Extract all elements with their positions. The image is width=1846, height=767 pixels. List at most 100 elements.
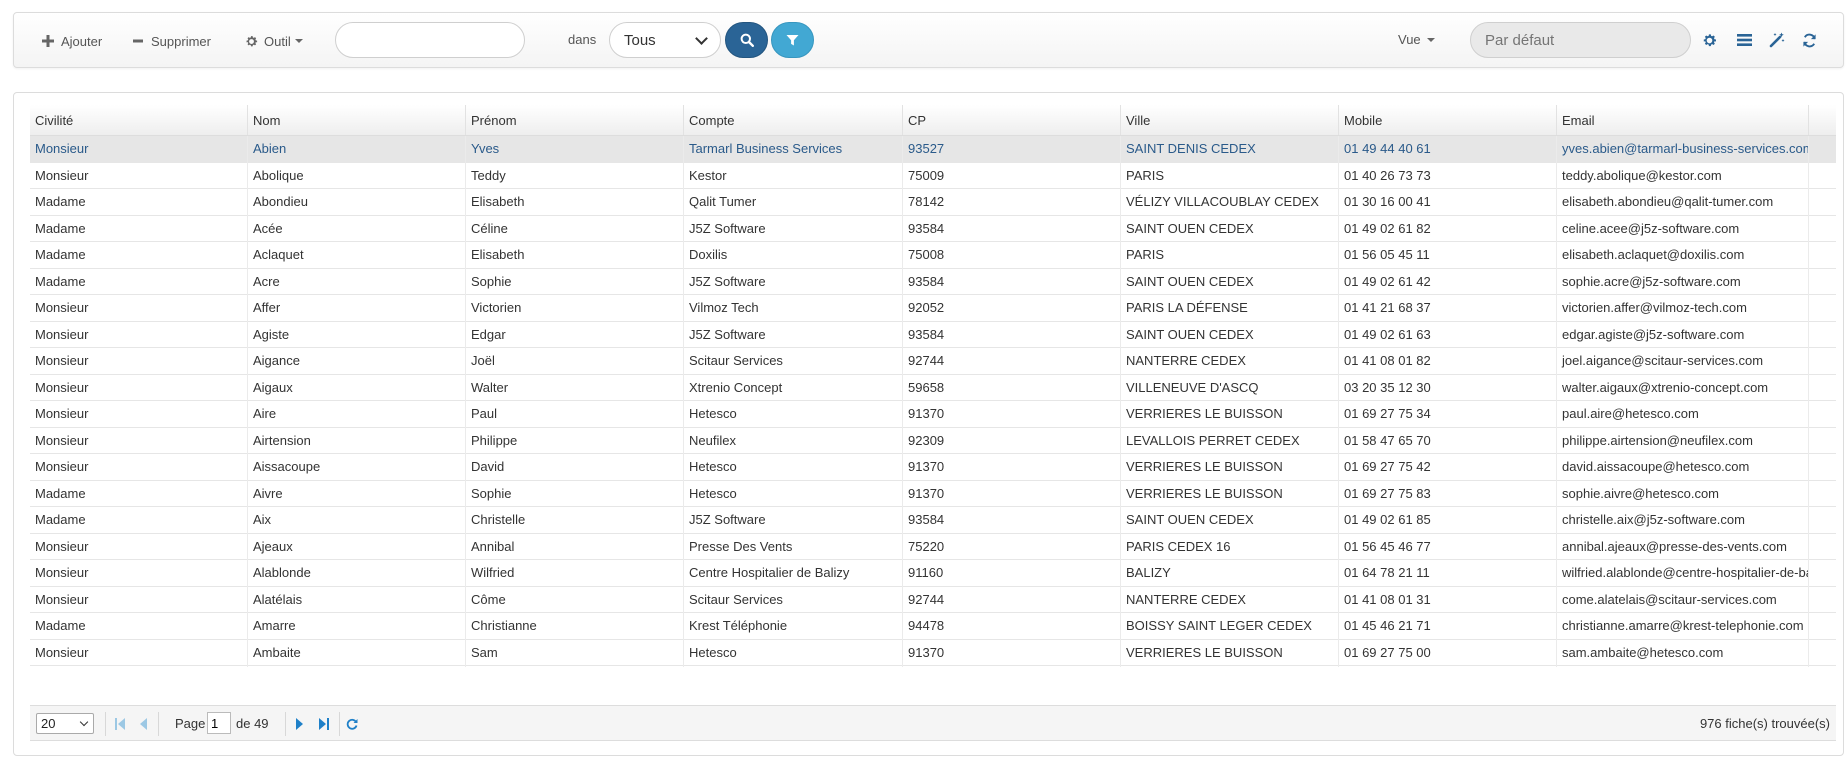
settings-icon	[1702, 33, 1717, 48]
auto-fit-button[interactable]	[1768, 31, 1786, 49]
page-number-input[interactable]	[207, 712, 231, 734]
column-header-ville[interactable]: Ville	[1121, 105, 1339, 135]
cell-mobile: 01 69 27 75 34	[1339, 401, 1557, 428]
cell-compte: J5Z Software	[684, 215, 903, 243]
refresh-button[interactable]	[1800, 31, 1818, 49]
search-input[interactable]	[335, 22, 525, 58]
table-row[interactable]: Madame Acée Céline J5Z Software 93584 SAINT O…	[30, 215, 1836, 243]
table-row[interactable]: Madame Acre Sophie J5Z Software 93584 SAINT O…	[30, 268, 1836, 296]
minus-icon	[131, 34, 145, 48]
cell-civilite: Monsieur	[30, 427, 248, 455]
next-page-button[interactable]	[291, 715, 307, 733]
cell-cp: 91370	[903, 454, 1121, 481]
view-menu-button[interactable]: Vue	[1398, 22, 1435, 58]
table-row[interactable]: Monsieur Alatélais Côme Scitaur Services 927…	[30, 586, 1836, 614]
table-row[interactable]: Monsieur Airtension Philippe Neufilex 92309 L…	[30, 427, 1836, 455]
table-row[interactable]: Monsieur Agiste Edgar J5Z Software 93584 SAIN…	[30, 321, 1836, 349]
table-row[interactable]: Monsieur Ajeaux Annibal Presse Des Vents 752…	[30, 533, 1836, 561]
table-row[interactable]: Monsieur Affer Victorien Vilmoz Tech 92052 PA…	[30, 295, 1836, 322]
cell-prenom: Christelle	[466, 507, 684, 534]
cell-ville: VÉLIZY VILLACOUBLAY CEDEX	[1121, 189, 1339, 216]
search-button[interactable]	[725, 22, 768, 58]
cell-compte: Presse Des Vents	[684, 533, 903, 561]
cell-compte: Scitaur Services	[684, 348, 903, 375]
cell-civilite: Monsieur	[30, 560, 248, 587]
cell-email: victorien.affer@vilmoz-tech.com	[1557, 295, 1809, 322]
page-size-select[interactable]: 20	[36, 713, 94, 734]
caret-down-icon	[294, 39, 303, 43]
cell-ville: PARIS	[1121, 242, 1339, 269]
column-header-nom[interactable]: Nom	[248, 105, 466, 135]
table-row[interactable]: Monsieur Aire Paul Hetesco 91370 VERRIERES LE…	[30, 401, 1836, 428]
table-row[interactable]: Monsieur Aigaux Walter Xtrenio Concept 59658…	[30, 374, 1836, 402]
cell-nom: Alablonde	[248, 560, 466, 587]
cell-prenom: Céline	[466, 215, 684, 243]
cell-mobile: 01 49 44 40 61	[1339, 136, 1557, 163]
cell-ville: NANTERRE CEDEX	[1121, 348, 1339, 375]
cell-ville: BOISSY SAINT LEGER CEDEX	[1121, 613, 1339, 640]
cell-ville: VERRIERES LE BUISSON	[1121, 401, 1339, 428]
table-row[interactable]: Madame Aix Christelle J5Z Software 93584 SAIN…	[30, 507, 1836, 534]
cell-mobile: 01 30 16 00 41	[1339, 189, 1557, 216]
cell-cp: 59658	[903, 374, 1121, 402]
cell-prenom: Sophie	[466, 480, 684, 508]
search-scope-select[interactable]: Tous	[609, 22, 721, 58]
table-row[interactable]: Monsieur Ambaite Sam Hetesco 91370 VERRIERES …	[30, 639, 1836, 667]
list-icon	[1736, 33, 1752, 47]
cell-compte: Neufilex	[684, 427, 903, 455]
columns-list-button[interactable]	[1735, 31, 1753, 49]
table-row[interactable]: Monsieur Aissacoupe David Hetesco 91370 VERRI…	[30, 454, 1836, 481]
table-row[interactable]: Monsieur Alablonde Wilfried Centre Hospital…	[30, 560, 1836, 587]
cell-mobile: 01 69 27 75 00	[1339, 639, 1557, 667]
delete-button[interactable]: Supprimer	[131, 13, 211, 69]
table-row[interactable]: Monsieur Abien Yves Tarmarl Business Servic…	[30, 136, 1836, 163]
first-page-button[interactable]	[112, 715, 128, 733]
cell-mobile: 01 41 08 01 82	[1339, 348, 1557, 375]
cell-compte: J5Z Software	[684, 321, 903, 349]
grid-panel: Civilité Nom Prénom Compte CP Ville Mobile Emai…	[13, 92, 1844, 756]
cell-email: philippe.airtension@neufilex.com	[1557, 427, 1809, 455]
cell-cp: 93584	[903, 268, 1121, 296]
prev-page-button[interactable]	[136, 715, 152, 733]
column-header-prenom[interactable]: Prénom	[466, 105, 684, 135]
scope-selected-value: Tous	[624, 31, 656, 49]
cell-civilite: Monsieur	[30, 321, 248, 349]
view-selector-input[interactable]	[1470, 22, 1691, 58]
cell-cp: 92744	[903, 586, 1121, 614]
cell-ville: VERRIERES LE BUISSON	[1121, 639, 1339, 667]
cell-compte: J5Z Software	[684, 507, 903, 534]
settings-button[interactable]	[1700, 31, 1718, 49]
prev-page-icon	[140, 718, 148, 730]
last-page-button[interactable]	[315, 715, 331, 733]
reload-grid-button[interactable]	[344, 715, 360, 733]
column-header-cp[interactable]: CP	[903, 105, 1121, 135]
cell-mobile: 01 58 47 65 70	[1339, 427, 1557, 455]
table-row[interactable]: Madame Amarre Christianne Krest Téléphonie 9…	[30, 613, 1836, 640]
cell-compte: Xtrenio Concept	[684, 374, 903, 402]
cell-nom: Airtension	[248, 427, 466, 455]
cell-mobile: 01 49 02 61 63	[1339, 321, 1557, 349]
table-row[interactable]: Monsieur Abolique Teddy Kestor 75009 PARIS 01 …	[30, 162, 1836, 190]
cell-civilite: Monsieur	[30, 586, 248, 614]
magic-wand-icon	[1769, 32, 1785, 48]
cell-prenom: Elisabeth	[466, 242, 684, 269]
cell-prenom: Sophie	[466, 268, 684, 296]
cell-nom: Aivre	[248, 480, 466, 508]
column-header-compte[interactable]: Compte	[684, 105, 903, 135]
column-header-civilite[interactable]: Civilité	[30, 105, 248, 135]
filter-button[interactable]	[771, 22, 814, 58]
cell-prenom: Yves	[466, 136, 684, 163]
table-row[interactable]: Madame Aivre Sophie Hetesco 91370 VERRIERES L…	[30, 480, 1836, 508]
table-row[interactable]: Monsieur Aigance Joël Scitaur Services 92744…	[30, 348, 1836, 375]
cell-nom: Acre	[248, 268, 466, 296]
cell-civilite: Monsieur	[30, 401, 248, 428]
table-row[interactable]: Madame Abondieu Elisabeth Qalit Tumer 78142 V…	[30, 189, 1836, 216]
cell-compte: Doxilis	[684, 242, 903, 269]
cell-civilite: Madame	[30, 613, 248, 640]
column-header-email[interactable]: Email	[1557, 105, 1809, 135]
add-button[interactable]: Ajouter	[41, 13, 102, 69]
column-header-mobile[interactable]: Mobile	[1339, 105, 1557, 135]
tool-menu-button[interactable]: Outil	[244, 13, 303, 69]
table-row[interactable]: Madame Aclaquet Elisabeth Doxilis 75008 PARIS…	[30, 242, 1836, 269]
cell-nom: Aix	[248, 507, 466, 534]
